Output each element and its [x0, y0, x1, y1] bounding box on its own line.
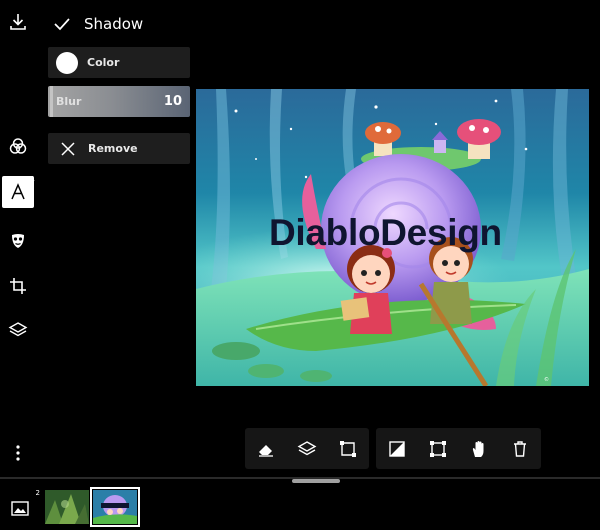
- crop-icon: [10, 278, 26, 294]
- filters-icon: [9, 138, 27, 154]
- filters-button[interactable]: [2, 130, 34, 162]
- more-vertical-icon: [16, 445, 20, 461]
- thumbnail-1[interactable]: [45, 490, 89, 524]
- panel-title: Shadow: [84, 15, 144, 33]
- mask-button[interactable]: [2, 225, 34, 257]
- svg-text:©: ©: [544, 376, 549, 383]
- gallery-button[interactable]: 2: [4, 489, 40, 524]
- gallery-drag-handle[interactable]: [292, 479, 340, 483]
- fairytale-thumbnail: [93, 490, 137, 524]
- color-swatch: [56, 51, 78, 74]
- layers-icon: [297, 440, 316, 455]
- pan-button[interactable]: [458, 428, 499, 469]
- color-label: Color: [87, 56, 120, 69]
- layers-icon: [8, 322, 28, 337]
- image-gallery-icon: [11, 501, 29, 516]
- text-icon: [11, 183, 25, 200]
- blur-slider-thumb[interactable]: [50, 86, 53, 117]
- shadow-toggle[interactable]: Shadow: [52, 10, 143, 38]
- more-options-button[interactable]: [2, 437, 34, 469]
- download-icon: [10, 14, 26, 30]
- resize-button[interactable]: [417, 428, 458, 469]
- download-button[interactable]: [2, 6, 34, 38]
- flip-button[interactable]: [376, 428, 417, 469]
- flip-icon: [388, 440, 405, 457]
- remove-shadow-button[interactable]: Remove: [48, 133, 190, 164]
- delete-icon: [513, 440, 526, 457]
- layers-button[interactable]: [2, 314, 34, 346]
- crop-button[interactable]: [2, 270, 34, 302]
- delete-button[interactable]: [499, 428, 540, 469]
- blur-label: Blur: [56, 95, 82, 108]
- transform-button[interactable]: [327, 428, 368, 469]
- check-icon: [54, 18, 70, 31]
- blur-value: 10: [163, 94, 182, 109]
- remove-label: Remove: [88, 142, 138, 155]
- layer-order-button[interactable]: [286, 428, 327, 469]
- gallery-count-badge: 2: [35, 489, 40, 497]
- layer-toolbar: [245, 428, 369, 469]
- object-toolbar: [376, 428, 541, 469]
- forest-thumbnail: [45, 490, 89, 524]
- resize-icon: [429, 440, 446, 457]
- text-layer-count-badge: 1: [30, 175, 35, 183]
- eraser-icon: [258, 444, 273, 457]
- transform-icon: [339, 440, 356, 457]
- shadow-color-button[interactable]: Color: [48, 47, 190, 78]
- pan-hand-icon: [472, 440, 483, 457]
- blur-slider[interactable]: Blur 10: [48, 86, 190, 117]
- mask-icon: [12, 234, 24, 248]
- close-icon: [61, 141, 75, 156]
- eraser-button[interactable]: [245, 428, 286, 469]
- text-tool-button[interactable]: 1: [2, 175, 35, 208]
- thumbnail-2[interactable]: [90, 487, 140, 527]
- canvas-text-layer[interactable]: DiabloDesign: [269, 214, 502, 251]
